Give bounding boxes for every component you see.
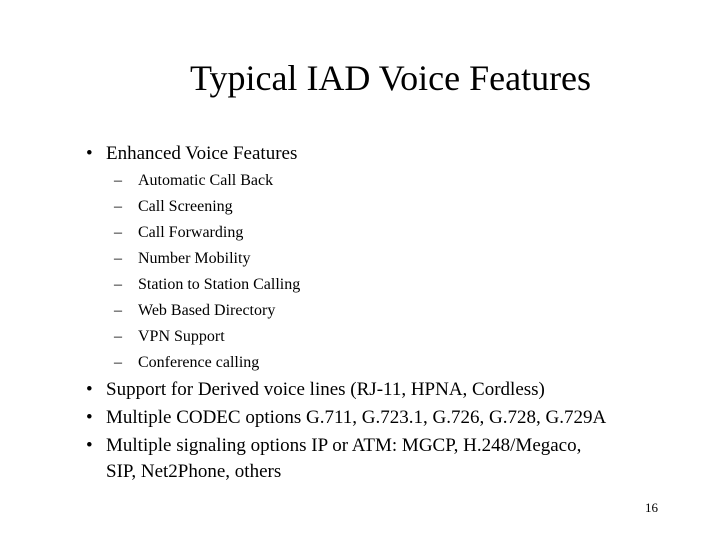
bullet-text: Multiple CODEC options G.711, G.723.1, G… [106,407,607,428]
bullet-text: Enhanced Voice Features [106,143,298,164]
sub-item-text: Call Forwarding [138,224,244,241]
bullet-text: Support for Derived voice lines (RJ-11, … [106,379,545,400]
bullet-icon: • [86,143,93,164]
dash-icon: – [114,224,122,241]
dash-icon: – [114,198,122,215]
sub-item-text: Automatic Call Back [138,172,274,189]
sub-item-text: Station to Station Calling [138,276,301,293]
sub-item-text: Number Mobility [138,250,251,267]
dash-icon: – [114,276,122,293]
dash-icon: – [114,172,122,189]
page-number: 16 [645,500,658,515]
dash-icon: – [114,354,122,371]
bullet-icon: • [86,435,93,456]
sub-item-text: Web Based Directory [138,302,276,319]
sub-item-text: Conference calling [138,354,260,371]
dash-icon: – [114,302,122,319]
sub-item-text: Call Screening [138,198,233,215]
dash-icon: – [114,328,122,345]
bullet-text: SIP, Net2Phone, others [106,461,282,482]
slide-title: Typical IAD Voice Features [190,58,592,98]
sub-item-text: VPN Support [138,328,225,345]
bullet-icon: • [86,407,93,428]
bullet-icon: • [86,379,93,400]
bullet-text: Multiple signaling options IP or ATM: MG… [106,435,582,456]
dash-icon: – [114,250,122,267]
